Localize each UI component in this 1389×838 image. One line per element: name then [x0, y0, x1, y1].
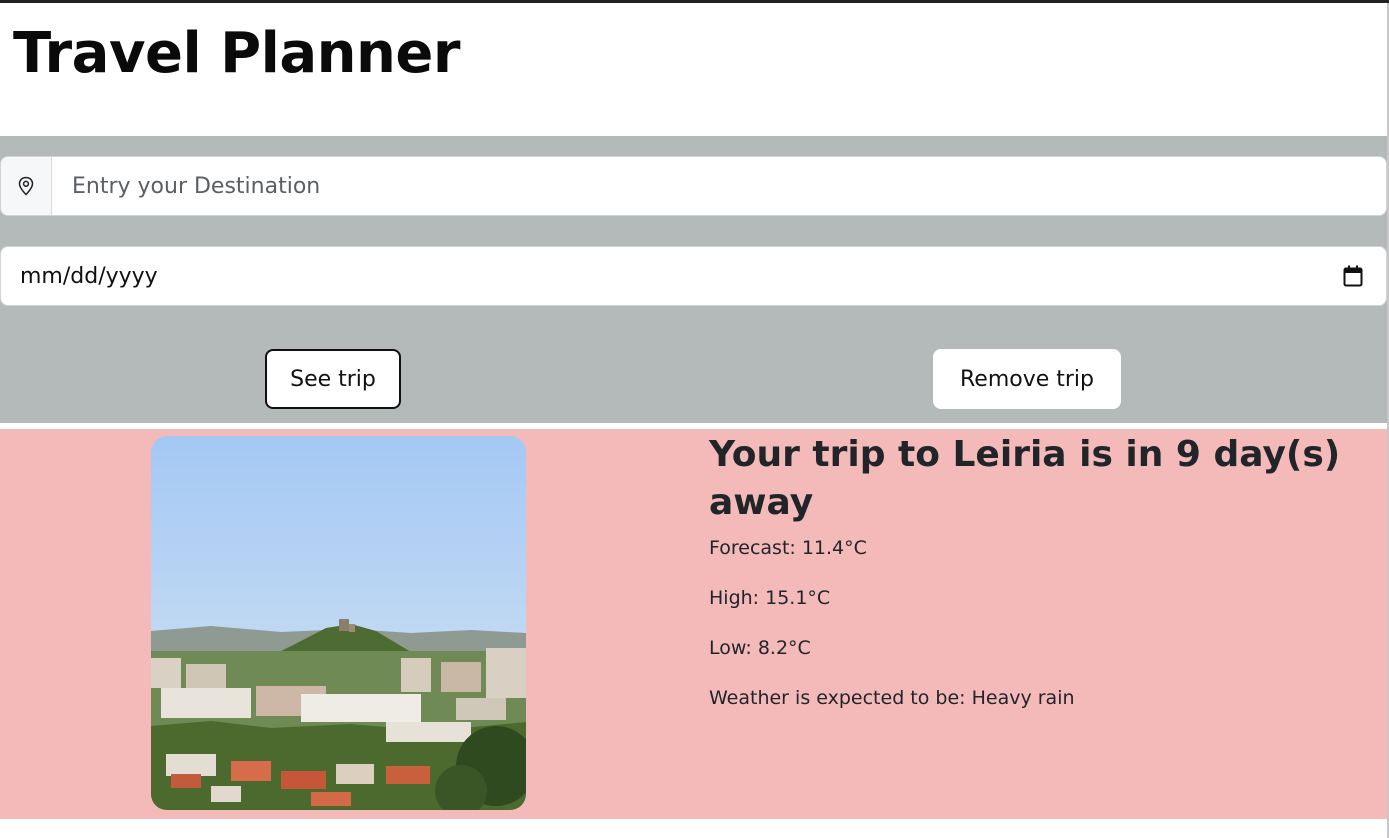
low-temp-text: Low: 8.2°C	[709, 637, 811, 659]
see-trip-button[interactable]: See trip	[265, 349, 401, 409]
destination-input[interactable]	[52, 157, 1386, 215]
forecast-text: Forecast: 11.4°C	[709, 537, 867, 559]
destination-field-group	[0, 156, 1387, 216]
app-title: Travel Planner	[13, 21, 461, 86]
map-pin-icon	[1, 157, 52, 215]
header: Travel Planner	[0, 3, 1389, 133]
date-value: mm/dd/yyyy	[20, 263, 158, 289]
trip-form: mm/dd/yyyy See trip Remove trip	[0, 136, 1387, 423]
remove-trip-button[interactable]: Remove trip	[933, 349, 1121, 409]
page: Travel Planner mm/dd/yyyy	[0, 0, 1389, 838]
calendar-icon[interactable]	[1342, 265, 1364, 287]
weather-conditions-text: Weather is expected to be: Heavy rain	[709, 687, 1075, 709]
trip-heading: Your trip to Leiria is in 9 day(s) away	[709, 434, 1341, 523]
destination-photo	[151, 436, 526, 810]
trip-result: Your trip to Leiria is in 9 day(s) away …	[0, 429, 1387, 819]
high-temp-text: High: 15.1°C	[709, 587, 831, 609]
date-input[interactable]: mm/dd/yyyy	[0, 246, 1387, 306]
